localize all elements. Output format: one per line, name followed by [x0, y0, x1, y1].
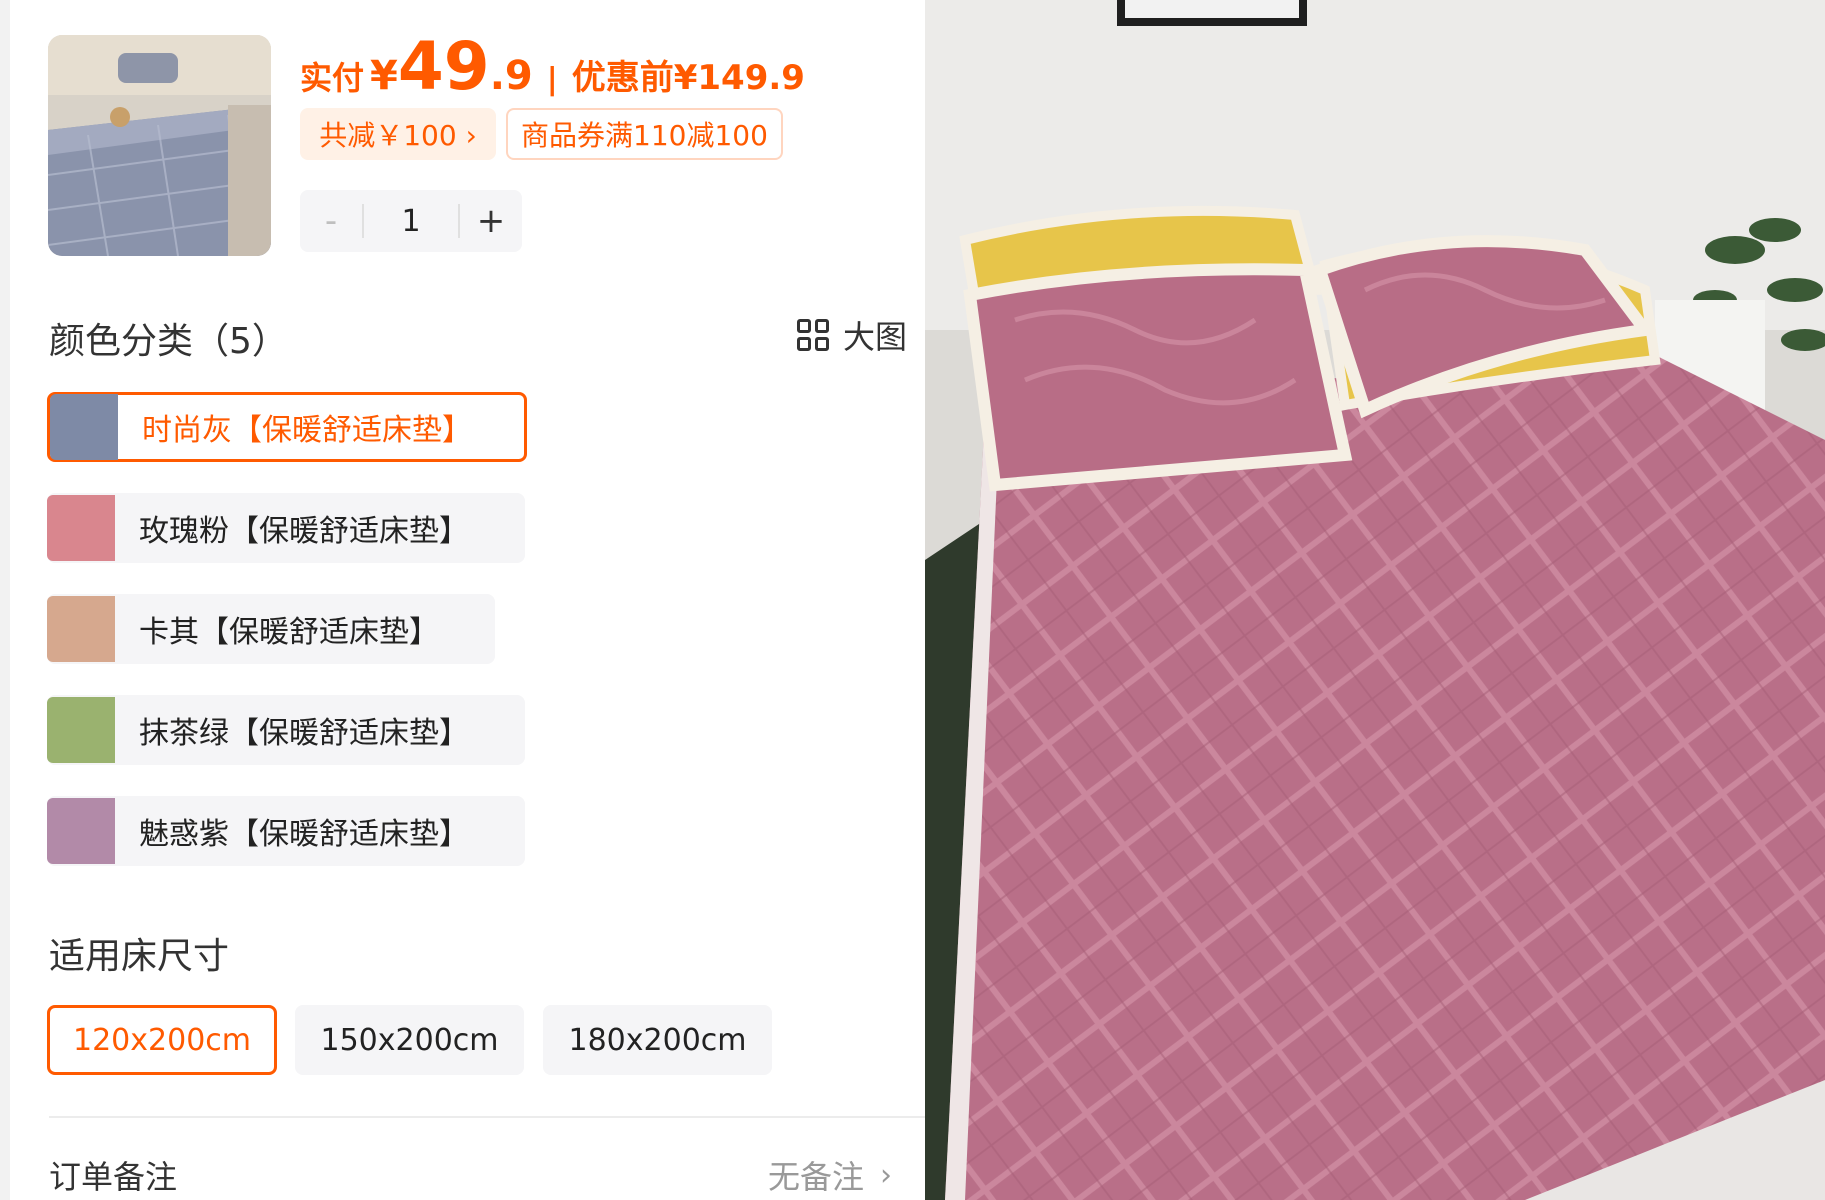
swatch-pink	[47, 495, 115, 561]
decrease-button[interactable]: -	[300, 201, 362, 241]
price-decimal: .9	[489, 53, 533, 99]
sku-panel: 实付 ¥ 49 .9 | 优惠前¥149.9 共减￥100 › 商品券满110减…	[0, 0, 925, 1200]
size-option-120x200[interactable]: 120x200cm	[47, 1005, 277, 1075]
big-view-label: 大图	[843, 318, 908, 356]
quantity-stepper: - 1 +	[300, 190, 522, 252]
order-notes-row[interactable]: 无备注 ›	[768, 1152, 892, 1198]
color-option-label: 时尚灰【保暖舒适床垫】	[142, 413, 472, 448]
swatch-green	[47, 697, 115, 763]
swatch-grey	[50, 394, 118, 460]
size-option-180x200[interactable]: 180x200cm	[543, 1005, 772, 1075]
color-option-label: 抹茶绿【保暖舒适床垫】	[139, 716, 469, 751]
big-view-toggle[interactable]: 大图	[797, 312, 907, 358]
order-notes-value: 无备注	[768, 1158, 865, 1196]
price-integer: 49	[397, 28, 490, 105]
grid-view-icon	[797, 319, 829, 351]
swatch-khaki	[47, 596, 115, 662]
price-separator: |	[546, 62, 558, 97]
coupon-chip: 商品券满110减100	[506, 108, 783, 160]
product-thumbnail[interactable]	[48, 35, 271, 256]
color-option-rose-pink[interactable]: 玫瑰粉【保暖舒适床垫】	[47, 493, 525, 563]
quantity-value[interactable]: 1	[364, 204, 458, 239]
product-preview-image[interactable]	[925, 0, 1825, 1200]
increase-button[interactable]: +	[460, 201, 522, 241]
order-notes-label: 订单备注	[49, 1158, 178, 1196]
color-option-fashion-grey[interactable]: 时尚灰【保暖舒适床垫】	[47, 392, 527, 462]
color-option-label: 玫瑰粉【保暖舒适床垫】	[139, 514, 469, 549]
original-price: 优惠前¥149.9	[571, 58, 805, 98]
price-row: 实付 ¥ 49 .9 | 优惠前¥149.9	[300, 34, 805, 104]
color-option-charm-purple[interactable]: 魅惑紫【保暖舒适床垫】	[47, 796, 525, 866]
size-option-150x200[interactable]: 150x200cm	[295, 1005, 524, 1075]
total-discount-chip[interactable]: 共减￥100 ›	[300, 108, 496, 160]
color-option-label: 卡其【保暖舒适床垫】	[139, 615, 439, 650]
divider	[49, 1116, 925, 1118]
currency-symbol: ¥	[370, 53, 398, 99]
color-option-label: 魅惑紫【保暖舒适床垫】	[139, 817, 469, 852]
panel-edge	[0, 0, 10, 1200]
swatch-purple	[47, 798, 115, 864]
chevron-right-icon: ›	[880, 1157, 893, 1193]
color-option-matcha-green[interactable]: 抹茶绿【保暖舒适床垫】	[47, 695, 525, 765]
size-section-title: 适用床尺寸	[49, 936, 230, 977]
color-section-title: 颜色分类（5）	[49, 321, 288, 362]
paid-label: 实付	[300, 59, 365, 97]
color-option-khaki[interactable]: 卡其【保暖舒适床垫】	[47, 594, 495, 664]
